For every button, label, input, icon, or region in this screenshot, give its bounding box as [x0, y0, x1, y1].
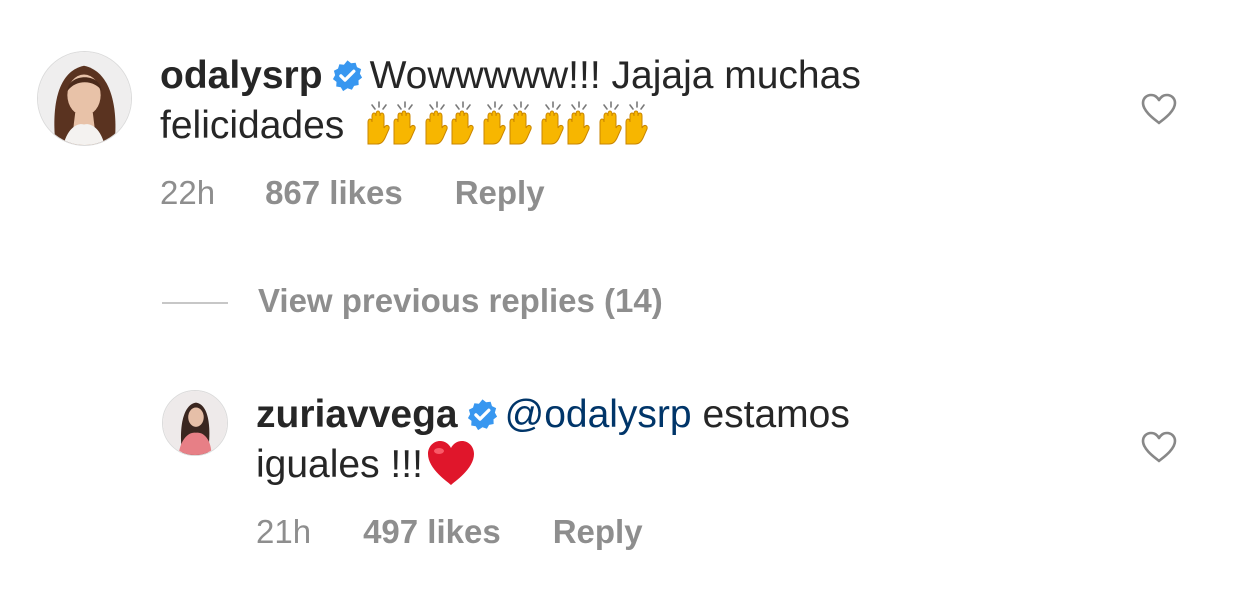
heart-outline-icon[interactable] [1140, 430, 1178, 464]
comment-body-line1: estamos [702, 393, 850, 436]
mention-link[interactable]: @odalysrp [505, 393, 692, 436]
comment-body-line1: Wowwwww!!! Jajaja muchas [369, 54, 861, 97]
username[interactable]: zuriavvega [256, 393, 458, 436]
avatar-image [38, 52, 131, 145]
avatar[interactable] [162, 390, 228, 456]
avatar-image [163, 391, 227, 455]
reply-button[interactable]: Reply [455, 174, 545, 212]
likes-count[interactable]: 497 likes [363, 513, 501, 551]
reply-button[interactable]: Reply [553, 513, 643, 551]
comment-time[interactable]: 22h [160, 174, 215, 212]
comment-time[interactable]: 21h [256, 513, 311, 551]
comment-text: zuriavvega @odalysrp estamos iguales !!! [256, 391, 1116, 489]
verified-badge-icon [466, 398, 499, 431]
avatar[interactable] [37, 51, 132, 146]
raising-hands-icon [363, 100, 421, 146]
comment-body-line2: felicidades [160, 104, 345, 147]
comment-meta: 21h 497 likes Reply [256, 513, 643, 551]
likes-count[interactable]: 867 likes [265, 174, 403, 212]
raising-hands-emoji-group [363, 101, 653, 147]
comment-meta: 22h 867 likes Reply [160, 174, 545, 212]
red-heart-icon [425, 439, 477, 487]
verified-badge-icon [331, 59, 364, 92]
raising-hands-icon [595, 100, 653, 146]
comment-body-line2: iguales !!! [256, 443, 423, 486]
comment-text: odalysrp Wowwwww!!! Jajaja muchas felicid… [160, 52, 1060, 150]
replies-divider-line [162, 302, 228, 304]
raising-hands-icon [421, 100, 479, 146]
raising-hands-icon [537, 100, 595, 146]
raising-hands-icon [479, 100, 537, 146]
heart-outline-icon[interactable] [1140, 92, 1178, 126]
username[interactable]: odalysrp [160, 54, 323, 97]
view-previous-replies-label[interactable]: View previous replies (14) [258, 282, 663, 320]
